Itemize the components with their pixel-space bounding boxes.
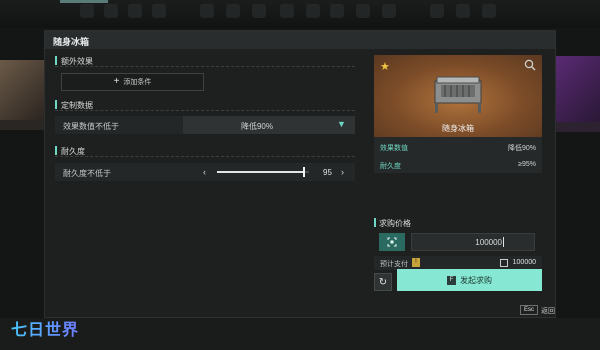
item-stat-row: 效果数值 降低90%	[374, 139, 542, 155]
portable-fridge-icon	[434, 76, 482, 113]
section-marker	[55, 146, 57, 155]
background-tab-icon	[456, 4, 470, 18]
background-tab-icon	[330, 4, 344, 18]
item-stat-row: 耐久度 ≥95%	[374, 157, 542, 173]
slider-fill	[217, 171, 305, 173]
background-tab-icon	[280, 4, 294, 18]
item-stat-key: 效果数值	[380, 145, 408, 152]
chevron-right-icon[interactable]: ›	[341, 167, 344, 177]
text-caret	[503, 237, 504, 247]
refresh-icon: ↻	[378, 276, 388, 288]
plus-icon: +	[113, 76, 120, 87]
slider-track[interactable]	[217, 167, 309, 177]
submit-buy-order-button[interactable]: F 发起求购	[397, 269, 542, 291]
focus-icon	[387, 237, 397, 247]
durability-value: 95	[323, 168, 332, 177]
section-label: 耐久度	[61, 147, 85, 156]
star-icon: ★	[380, 61, 390, 73]
item-stat-value: ≥95%	[518, 161, 536, 168]
dialog-header: 随身冰箱	[45, 31, 555, 49]
submit-buy-order-label: 发起求购	[460, 275, 492, 285]
dialog-title: 随身冰箱	[53, 37, 90, 47]
item-image: ★ 随身冰箱	[374, 55, 542, 137]
game-logo: 七日世界	[11, 316, 79, 340]
background-item-card	[0, 60, 44, 120]
background-item-caption	[0, 120, 44, 130]
item-card: ★ 随身冰箱 效果数值 降低90% 耐久度 ≥95%	[374, 55, 542, 173]
purchase-price-label: 求购价格	[379, 219, 411, 228]
background-tab-icon	[200, 4, 214, 18]
item-stat-key: 耐久度	[380, 163, 401, 170]
background-tab-icon	[306, 4, 320, 18]
background-tab-icon	[382, 4, 396, 18]
estimated-payment-value: 100000	[512, 259, 536, 266]
price-focus-button[interactable]	[379, 233, 405, 251]
price-input[interactable]: 100000	[411, 233, 535, 251]
background-tab-icon	[104, 4, 118, 18]
background-item-caption	[556, 122, 600, 132]
effect-value-selected: 降低90%	[240, 122, 273, 131]
background-tab-icon	[430, 4, 444, 18]
section-marker	[55, 56, 57, 65]
durability-slider: ‹ 95 ›	[195, 163, 355, 181]
background-tab-icon	[482, 4, 496, 18]
section-label: 定制数据	[61, 101, 93, 110]
item-name: 随身冰箱	[442, 124, 474, 133]
background-tab-icon	[226, 4, 240, 18]
background-tab-icon	[252, 4, 266, 18]
background-top-bar	[0, 0, 600, 28]
section-marker	[55, 100, 57, 109]
effect-value-label: 效果数值不低于	[63, 122, 119, 131]
info-icon[interactable]: !	[412, 258, 420, 267]
background-item-card	[556, 56, 600, 122]
section-label: 额外效果	[61, 57, 93, 66]
price-input-value: 100000	[475, 238, 502, 247]
chevron-left-icon[interactable]: ‹	[203, 167, 206, 177]
magnifier-icon[interactable]	[524, 59, 536, 71]
key-hint-icon: F	[447, 275, 456, 285]
item-stat-value: 降低90%	[507, 145, 536, 152]
background-tab-icon	[128, 4, 142, 18]
add-condition-label: 添加条件	[123, 79, 152, 86]
background-tab-icon	[356, 4, 370, 18]
background-tab-icon	[152, 4, 166, 18]
background-bottom-strip	[0, 318, 600, 350]
durability-label: 耐久度不低于	[63, 169, 111, 178]
section-custom-data: 定制数据	[55, 99, 355, 111]
purchase-price-header: 求购价格	[374, 217, 542, 229]
section-marker	[374, 218, 376, 227]
estimated-payment-row: 预计支付 ! 100000	[374, 256, 542, 270]
section-durability: 耐久度	[55, 145, 355, 157]
currency-icon	[500, 259, 508, 267]
background-tab-icon	[80, 4, 94, 18]
background-active-tab-indicator	[60, 0, 108, 3]
esc-key-hint[interactable]: Esc	[520, 305, 539, 315]
buy-order-dialog: 随身冰箱 额外效果 + 添加条件 定制数据 效果数值不低于 降低90% ▼ 耐久…	[44, 30, 556, 318]
estimated-payment-label: 预计支付	[380, 261, 408, 268]
add-condition-button[interactable]: + 添加条件	[61, 73, 204, 91]
effect-value-select[interactable]: 降低90% ▼	[183, 116, 355, 134]
slider-handle[interactable]	[303, 167, 306, 177]
back-label[interactable]: 返回	[541, 306, 555, 316]
refresh-button[interactable]: ↻	[374, 273, 392, 291]
chevron-down-icon: ▼	[337, 119, 346, 129]
section-extra-effects: 额外效果	[55, 55, 355, 67]
